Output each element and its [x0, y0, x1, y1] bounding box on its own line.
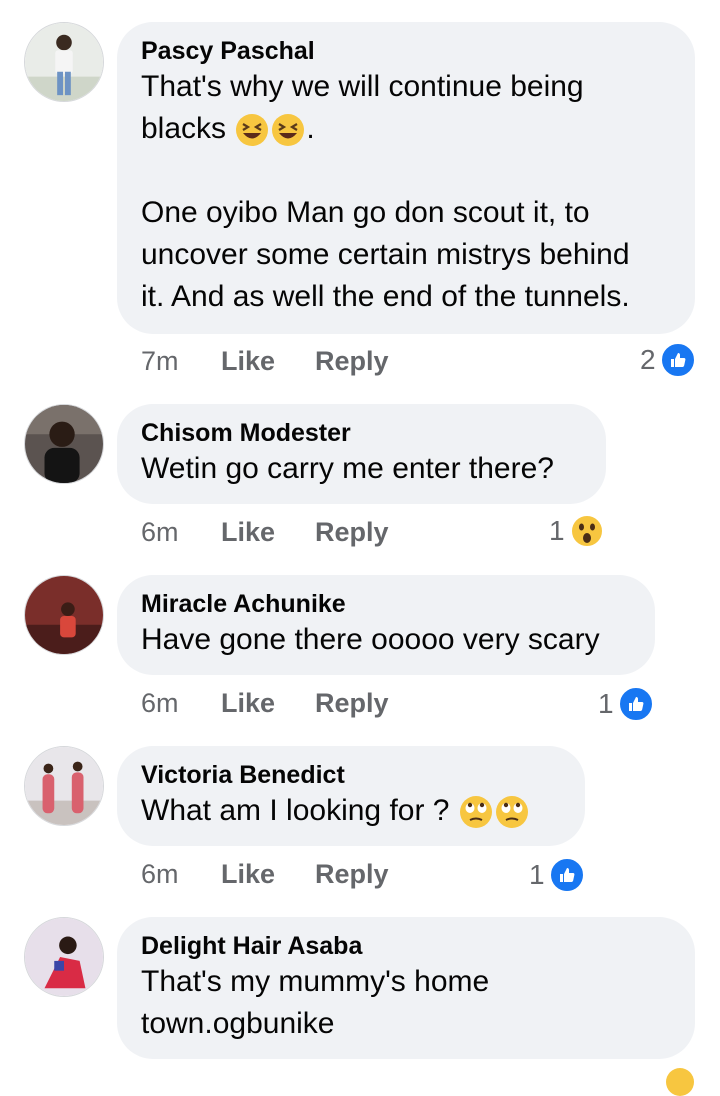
reaction-summary[interactable]: 1 [529, 857, 585, 893]
laughing-emoji-icon [236, 114, 269, 147]
reply-button[interactable]: Reply [315, 346, 389, 377]
comment-text-line: What am I looking for ? [141, 794, 450, 827]
comment-actions: 6m Like Reply [141, 859, 429, 890]
avatar[interactable] [24, 22, 104, 102]
reply-button[interactable]: Reply [315, 859, 389, 890]
comment-text-line: That's why we will continue being [141, 70, 584, 103]
commenter-name[interactable]: Miracle Achunike [141, 589, 631, 619]
reaction-count: 2 [640, 344, 656, 375]
laughing-emoji-icon [272, 114, 305, 147]
commenter-name[interactable]: Pascy Paschal [141, 36, 671, 66]
reaction-count: 1 [529, 859, 545, 890]
comment-bubble: Miracle Achunike Have gone there ooooo v… [117, 575, 655, 675]
comment-bubble: Chisom Modester Wetin go carry me enter … [117, 404, 606, 504]
comment-time[interactable]: 7m [141, 346, 221, 377]
comment-text: That's why we will continue being blacks… [141, 66, 671, 318]
avatar[interactable] [24, 917, 104, 997]
comment-text: That's my mummy's home town.ogbunike [141, 965, 490, 1040]
comment-text: What am I looking for ? [141, 790, 561, 832]
reaction-peek-icon [666, 1068, 694, 1096]
rolling-eyes-emoji-icon [459, 796, 492, 829]
comment-bubble: Pascy Paschal That's why we will continu… [117, 22, 695, 334]
comment-text-punct: . [306, 112, 315, 145]
reply-button[interactable]: Reply [315, 688, 389, 719]
reply-button[interactable]: Reply [315, 517, 389, 548]
comment-text: Have gone there ooooo very scary [141, 623, 600, 656]
commenter-name[interactable]: Victoria Benedict [141, 760, 561, 790]
comment-bubble: Victoria Benedict What am I looking for … [117, 746, 585, 846]
reaction-summary[interactable]: 1 [598, 686, 654, 722]
like-button[interactable]: Like [221, 346, 275, 377]
like-icon [617, 686, 654, 722]
like-button[interactable]: Like [221, 859, 275, 890]
like-icon [659, 342, 696, 378]
reaction-summary[interactable]: 1 [549, 513, 605, 549]
comment-text: Wetin go carry me enter there? [141, 452, 554, 485]
like-icon [548, 857, 585, 893]
comment-actions: 6m Like Reply [141, 517, 429, 548]
comment-actions: 6m Like Reply [141, 688, 429, 719]
commenter-name[interactable]: Delight Hair Asaba [141, 931, 671, 961]
reaction-count: 1 [549, 515, 565, 546]
comment-actions: 7m Like Reply [141, 346, 429, 377]
comment-text-paragraph: One oyibo Man go don scout it, to uncove… [141, 196, 630, 313]
avatar[interactable] [24, 575, 104, 655]
commenter-name[interactable]: Chisom Modester [141, 418, 582, 448]
avatar[interactable] [24, 746, 104, 826]
comment-time[interactable]: 6m [141, 517, 221, 548]
rolling-eyes-emoji-icon [495, 796, 528, 829]
like-button[interactable]: Like [221, 688, 275, 719]
wow-icon [569, 514, 604, 548]
reaction-count: 1 [598, 688, 614, 719]
comment-time[interactable]: 6m [141, 688, 221, 719]
like-button[interactable]: Like [221, 517, 275, 548]
comment-text-line: blacks [141, 112, 227, 145]
comment-time[interactable]: 6m [141, 859, 221, 890]
reaction-summary[interactable]: 2 [640, 342, 696, 378]
comment-bubble: Delight Hair Asaba That's my mummy's hom… [117, 917, 695, 1059]
avatar[interactable] [24, 404, 104, 484]
